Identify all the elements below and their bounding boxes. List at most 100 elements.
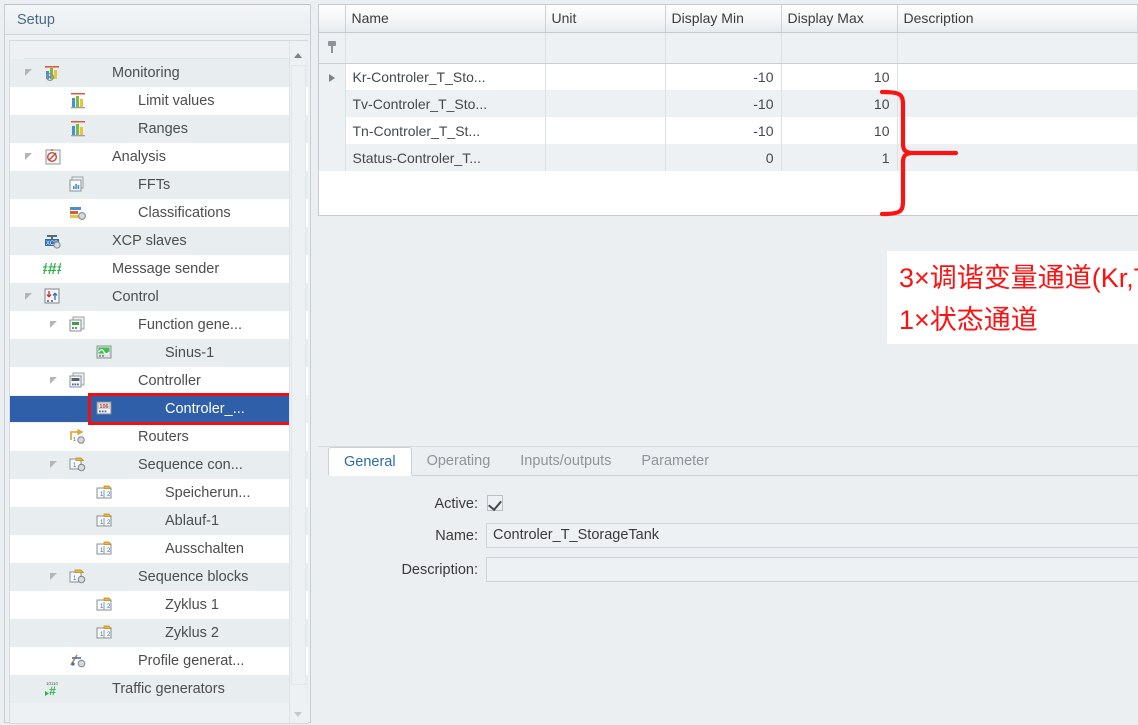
grid-filter-row[interactable] — [319, 32, 1138, 64]
grid-col-description[interactable]: Description — [897, 5, 1138, 33]
filter-cell-display-min[interactable] — [665, 32, 782, 64]
table-row[interactable]: Kr-Controler_T_Sto... -10 10 — [319, 63, 1138, 90]
expander-triangle-icon[interactable] — [24, 151, 36, 163]
tree-item-label: Sequence blocks — [138, 569, 249, 585]
tree-item-zyklus-2[interactable]: 1 2 Zyklus 2 — [10, 619, 308, 647]
svg-text:106: 106 — [99, 404, 108, 410]
name-label: Name: — [435, 528, 478, 544]
scroll-down-arrow-icon[interactable] — [290, 706, 307, 723]
tree-item-sequence-con[interactable]: 1 Sequence con... — [10, 451, 308, 479]
cell-description[interactable] — [897, 90, 1138, 117]
grid-col-indicator[interactable] — [319, 5, 346, 33]
message-sender-icon: ### — [39, 260, 66, 278]
tree-item-label: Function gene... — [138, 317, 242, 333]
tree-item-control[interactable]: Control — [10, 283, 308, 311]
expander-triangle-icon[interactable] — [49, 319, 61, 331]
tree-item-ausschalten[interactable]: 1 2 Ausschalten — [10, 535, 308, 563]
tree-item-xcp-slaves[interactable]: XCP XCP slaves — [10, 227, 308, 255]
tree-item-ablauf-1[interactable]: 1 2 Ablauf-1 — [10, 507, 308, 535]
expander-triangle-icon[interactable] — [49, 459, 61, 471]
cell-name[interactable]: Tn-Controler_T_St... — [345, 117, 546, 144]
profile-generators-icon — [68, 652, 88, 670]
tree-item-controller[interactable]: Controller — [10, 367, 308, 395]
tree-item-profile-generat[interactable]: Profile generat... — [10, 647, 308, 675]
filter-cell-description[interactable] — [897, 32, 1138, 64]
cell-name[interactable]: Status-Controler_T... — [345, 144, 546, 171]
grid-col-display-min[interactable]: Display Min — [665, 5, 782, 33]
tab-parameter[interactable]: Parameter — [626, 447, 724, 476]
name-input[interactable]: Controler_T_StorageTank — [486, 523, 1138, 548]
tree-item-zyklus-1[interactable]: 1 2 Zyklus 1 — [10, 591, 308, 619]
filter-pin-cell[interactable] — [319, 32, 346, 64]
row-expander-cell[interactable] — [319, 63, 346, 90]
setup-panel: Setup Monitoring Limit values Ranges Analys… — [4, 4, 311, 724]
tree-item-speicherun[interactable]: 1 2 Speicherun... — [10, 479, 308, 507]
tree-item-controler[interactable]: 106 Controler_... — [10, 395, 308, 423]
cell-name[interactable]: Tv-Controler_T_Sto... — [345, 90, 546, 117]
tree-item-classifications[interactable]: Classifications — [10, 199, 308, 227]
classifications-icon — [68, 204, 88, 222]
tree-vertical-scrollbar[interactable] — [289, 41, 306, 723]
cell-name[interactable]: Kr-Controler_T_Sto... — [345, 63, 546, 90]
cell-display-max[interactable]: 10 — [781, 117, 898, 144]
cell-unit[interactable] — [545, 90, 666, 117]
grid-col-display-max[interactable]: Display Max — [781, 5, 898, 33]
tree-item-ranges[interactable]: Ranges — [10, 115, 308, 143]
cell-display-max[interactable]: 10 — [781, 90, 898, 117]
tree-item-ffts[interactable]: FFTs — [10, 171, 308, 199]
setup-tree[interactable]: Monitoring Limit values Ranges Analysis FFTs… — [9, 40, 308, 724]
cell-display-max[interactable]: 10 — [781, 63, 898, 90]
tree-item-traffic-generators[interactable]: 10110 # Traffic generators — [10, 675, 308, 703]
expander-triangle-icon[interactable] — [49, 375, 61, 387]
description-input[interactable] — [486, 557, 1138, 582]
tab-operating[interactable]: Operating — [412, 447, 506, 476]
expander-triangle-icon[interactable] — [24, 291, 36, 303]
cell-display-min[interactable]: -10 — [665, 117, 782, 144]
cell-description[interactable] — [897, 117, 1138, 144]
tree-item-label: Sinus-1 — [165, 345, 215, 361]
tree-item-monitoring[interactable]: Monitoring — [10, 59, 308, 87]
cell-display-min[interactable]: -10 — [665, 90, 782, 117]
row-expander-cell[interactable] — [319, 144, 346, 171]
row-expand-arrow-icon[interactable] — [328, 73, 335, 82]
grid-col-unit[interactable]: Unit — [545, 5, 666, 33]
cell-display-min[interactable]: 0 — [665, 144, 782, 171]
filter-cell-unit[interactable] — [545, 32, 666, 64]
tree-item-limit-values[interactable]: Limit values — [10, 87, 308, 115]
tree-item-label: Ausschalten — [165, 541, 244, 557]
cell-display-min[interactable]: -10 — [665, 63, 782, 90]
table-row[interactable]: Tv-Controler_T_Sto... -10 10 — [319, 90, 1138, 117]
filter-cell-display-max[interactable] — [781, 32, 898, 64]
expander-triangle-icon[interactable] — [49, 571, 61, 583]
tree-item-message-sender[interactable]: ### Message sender — [10, 255, 308, 283]
tree-item-function-gene[interactable]: Function gene... — [10, 311, 308, 339]
xcp-icon: XCP — [43, 232, 63, 250]
active-checkbox[interactable] — [487, 495, 503, 511]
cell-display-max[interactable]: 1 — [781, 144, 898, 171]
annotation-line-1: 3×调谐变量通道(Kr,Tv,Tn) — [899, 263, 1138, 293]
tree-item-analysis[interactable]: Analysis — [10, 143, 308, 171]
tree-item-routers[interactable]: 1 Routers — [10, 423, 308, 451]
cell-description[interactable] — [897, 144, 1138, 171]
table-row[interactable]: Tn-Controler_T_St... -10 10 — [319, 117, 1138, 144]
field-row-description: Description: — [318, 553, 1138, 587]
tree-item-sinus-1[interactable]: Sinus-1 — [10, 339, 308, 367]
sequence-block-icon: 12 — [95, 596, 115, 614]
cell-description[interactable] — [897, 63, 1138, 90]
cell-unit[interactable] — [545, 63, 666, 90]
filter-pin-icon — [327, 40, 337, 53]
row-expander-cell[interactable] — [319, 117, 346, 144]
cell-unit[interactable] — [545, 117, 666, 144]
filter-cell-name[interactable] — [345, 32, 546, 64]
tab-inputs-outputs[interactable]: Inputs/outputs — [505, 447, 626, 476]
tab-general[interactable]: General — [328, 447, 412, 476]
table-row[interactable]: Status-Controler_T... 0 1 — [319, 144, 1138, 171]
expander-triangle-icon[interactable] — [24, 67, 36, 79]
scrollbar-thumb[interactable] — [291, 65, 306, 685]
sequence-block-icon: 12 — [95, 624, 115, 642]
row-expander-cell[interactable] — [319, 90, 346, 117]
scroll-up-arrow-icon[interactable] — [290, 46, 307, 63]
grid-col-name[interactable]: Name — [345, 5, 546, 33]
cell-unit[interactable] — [545, 144, 666, 171]
tree-item-sequence-blocks[interactable]: 1 Sequence blocks — [10, 563, 308, 591]
